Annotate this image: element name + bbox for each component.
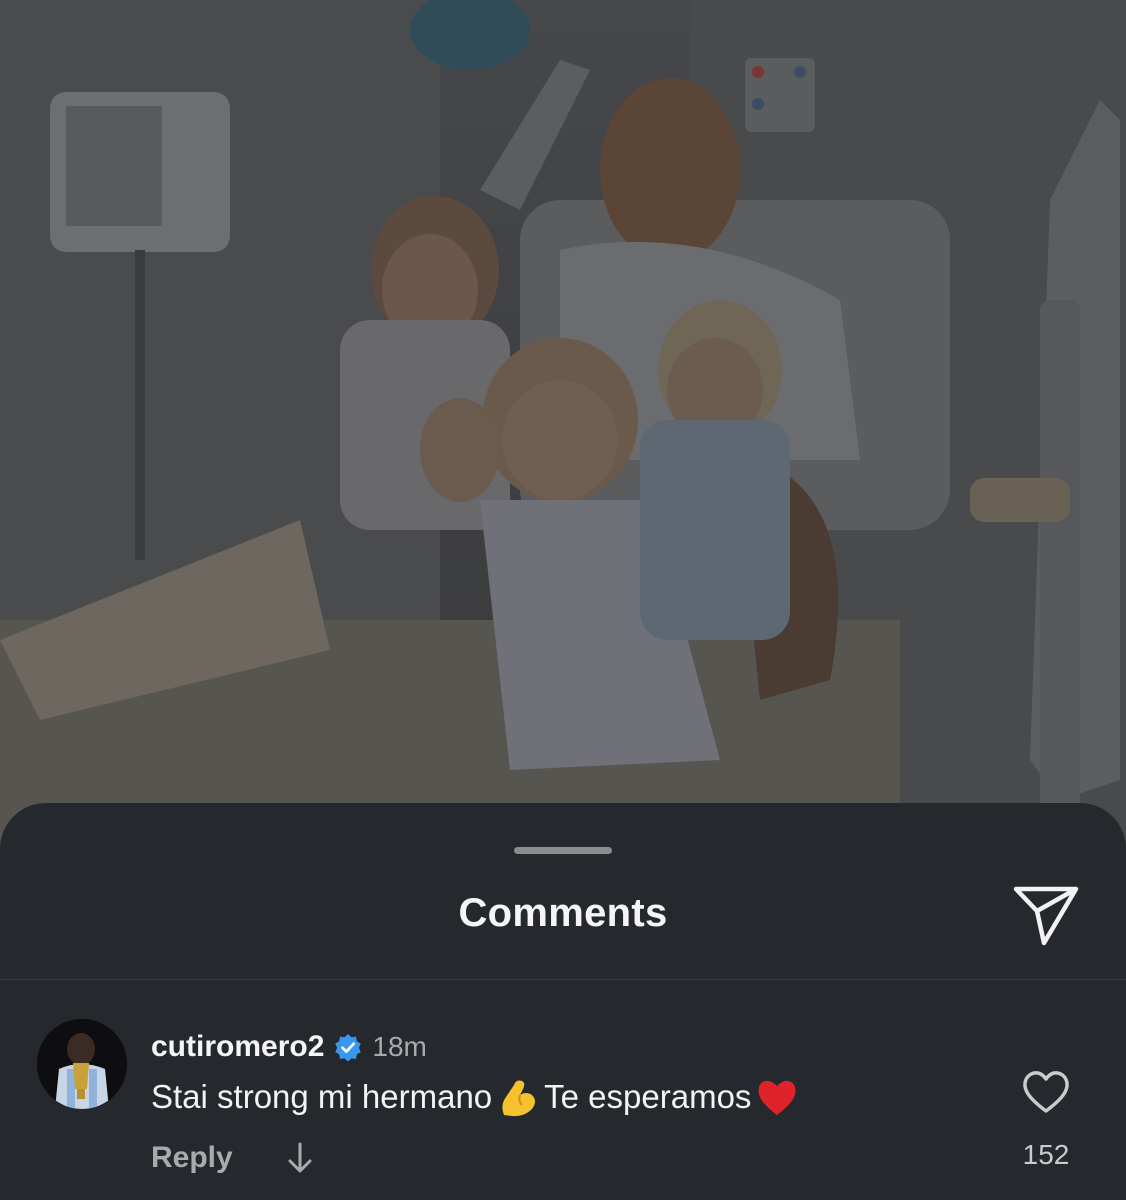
reply-button[interactable]: Reply [151,1141,233,1175]
paper-plane-icon [1013,886,1079,946]
heart-outline-icon[interactable] [1020,1069,1072,1115]
like-count: 152 [1022,1139,1070,1170]
sheet-divider [0,979,1126,980]
comment-item: cutiromero2 18m Stai strong mi hermano T… [0,1013,1126,1200]
comment-actions: Reply [151,1141,315,1175]
comment-text-part2: Te esperamos [544,1078,752,1115]
comment-username[interactable]: cutiromero2 [151,1030,324,1064]
arrow-down-icon[interactable] [285,1141,315,1175]
red-heart-emoji [758,1080,796,1115]
photo-illustration [0,0,1126,860]
comment-body: Stai strong mi hermano Te esperamos [151,1075,803,1119]
flexed-biceps-emoji [502,1080,536,1117]
sheet-title: Comments [458,891,668,935]
comment-text-part1: Stai strong mi hermano [151,1078,493,1115]
avatar[interactable] [37,1019,127,1109]
comments-sheet: Comments cutiromero2 18m Stai strong mi … [0,803,1126,1200]
comment-timestamp: 18m [372,1031,427,1062]
instagram-post-comments-screen: Comments cutiromero2 18m Stai strong mi … [0,0,1126,1200]
avatar-image [37,1019,127,1109]
drag-handle[interactable] [514,847,612,854]
post-photo [0,0,1126,860]
verified-badge-icon [335,1034,362,1061]
comment-header: cutiromero2 18m [151,1027,427,1067]
share-button[interactable] [1010,881,1082,947]
